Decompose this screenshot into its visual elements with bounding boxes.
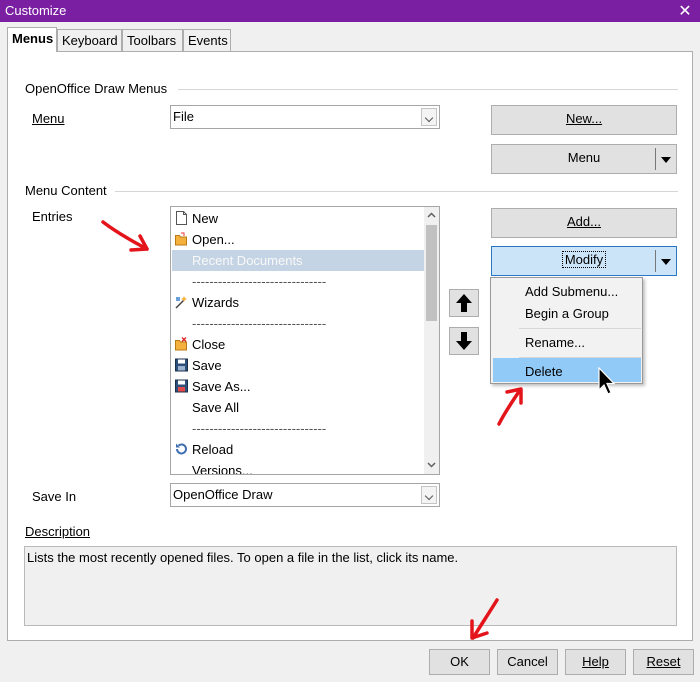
tab-menus[interactable]: Menus (7, 27, 57, 52)
annotation-arrow-icon (497, 388, 522, 426)
tab-label: Menus (12, 31, 54, 46)
annotation-overlay (101, 220, 523, 640)
